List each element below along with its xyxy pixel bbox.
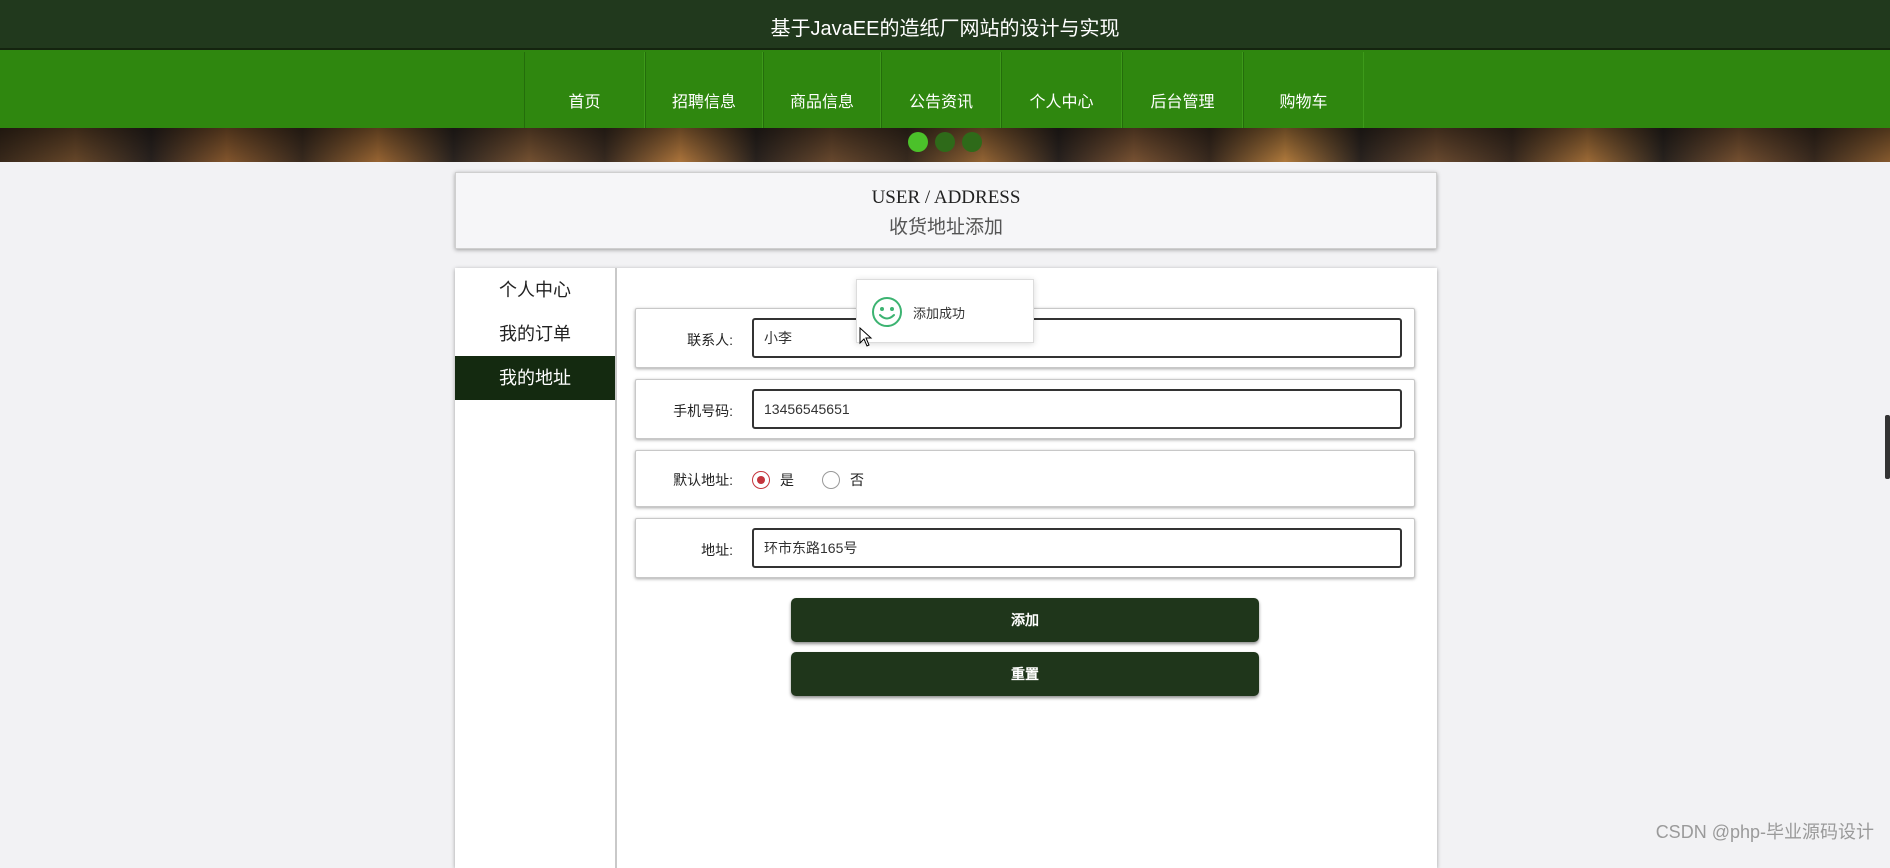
- default-yes-label: 是: [780, 472, 794, 488]
- carousel-dot-1[interactable]: [908, 132, 928, 152]
- default-address-label: 默认地址:: [673, 472, 733, 488]
- nav-admin[interactable]: 后台管理: [1122, 52, 1243, 128]
- content-panel: 个人中心 我的订单 我的地址 联系人: 小李 手机号码: 13456545651…: [455, 268, 1437, 868]
- default-no-label: 否: [850, 472, 864, 488]
- nav-cart[interactable]: 购物车: [1243, 52, 1364, 128]
- smiley-icon: [872, 297, 902, 327]
- sidebar-item-my-orders[interactable]: 我的订单: [455, 312, 615, 356]
- address-label: 地址:: [701, 542, 733, 558]
- phone-label: 手机号码:: [673, 403, 733, 419]
- page-heading-en: USER / ADDRESS: [871, 187, 1021, 208]
- site-title: 基于JavaEE的造纸厂网站的设计与实现: [770, 18, 1120, 40]
- sidebar-item-my-address[interactable]: 我的地址: [455, 356, 615, 400]
- contact-label: 联系人:: [687, 332, 733, 348]
- nav-news[interactable]: 公告资讯: [881, 52, 1001, 128]
- page-heading-cn: 收货地址添加: [888, 217, 1003, 238]
- toast-message: 添加成功: [913, 306, 966, 321]
- nav-user-center[interactable]: 个人中心: [1001, 52, 1122, 128]
- contact-input[interactable]: 小李: [752, 318, 1402, 358]
- user-sidebar: 个人中心 我的订单 我的地址: [455, 268, 617, 868]
- scrollbar-thumb[interactable]: [1885, 415, 1890, 479]
- add-button[interactable]: 添加: [791, 598, 1259, 642]
- banner-carousel: [0, 128, 1890, 162]
- mouse-cursor-icon: [859, 327, 873, 347]
- phone-row: 手机号码: 13456545651: [635, 379, 1415, 439]
- default-address-radios: 是 否: [752, 470, 892, 490]
- main-nav: 首页 招聘信息 商品信息 公告资讯 个人中心 后台管理 购物车: [0, 50, 1890, 128]
- nav-jobs[interactable]: 招聘信息: [645, 52, 763, 128]
- site-header: 基于JavaEE的造纸厂网站的设计与实现: [0, 0, 1890, 50]
- success-toast: 添加成功: [856, 279, 1034, 343]
- watermark: CSDN @php-毕业源码设计: [1655, 822, 1874, 842]
- sidebar-item-user-center[interactable]: 个人中心: [455, 268, 615, 312]
- default-no-radio[interactable]: [822, 471, 840, 489]
- carousel-dot-2[interactable]: [935, 132, 955, 152]
- page-heading: USER / ADDRESS 收货地址添加: [455, 172, 1437, 249]
- nav-products[interactable]: 商品信息: [763, 52, 881, 128]
- address-form: 联系人: 小李 手机号码: 13456545651 默认地址: 是 否 地址: …: [635, 308, 1415, 589]
- carousel-dot-3[interactable]: [962, 132, 982, 152]
- carousel-indicators: [908, 132, 982, 152]
- nav-home[interactable]: 首页: [524, 52, 645, 128]
- address-input[interactable]: 环市东路165号: [752, 528, 1402, 568]
- address-row: 地址: 环市东路165号: [635, 518, 1415, 578]
- reset-button[interactable]: 重置: [791, 652, 1259, 696]
- default-address-row: 默认地址: 是 否: [635, 450, 1415, 507]
- default-yes-radio[interactable]: [752, 471, 770, 489]
- phone-input[interactable]: 13456545651: [752, 389, 1402, 429]
